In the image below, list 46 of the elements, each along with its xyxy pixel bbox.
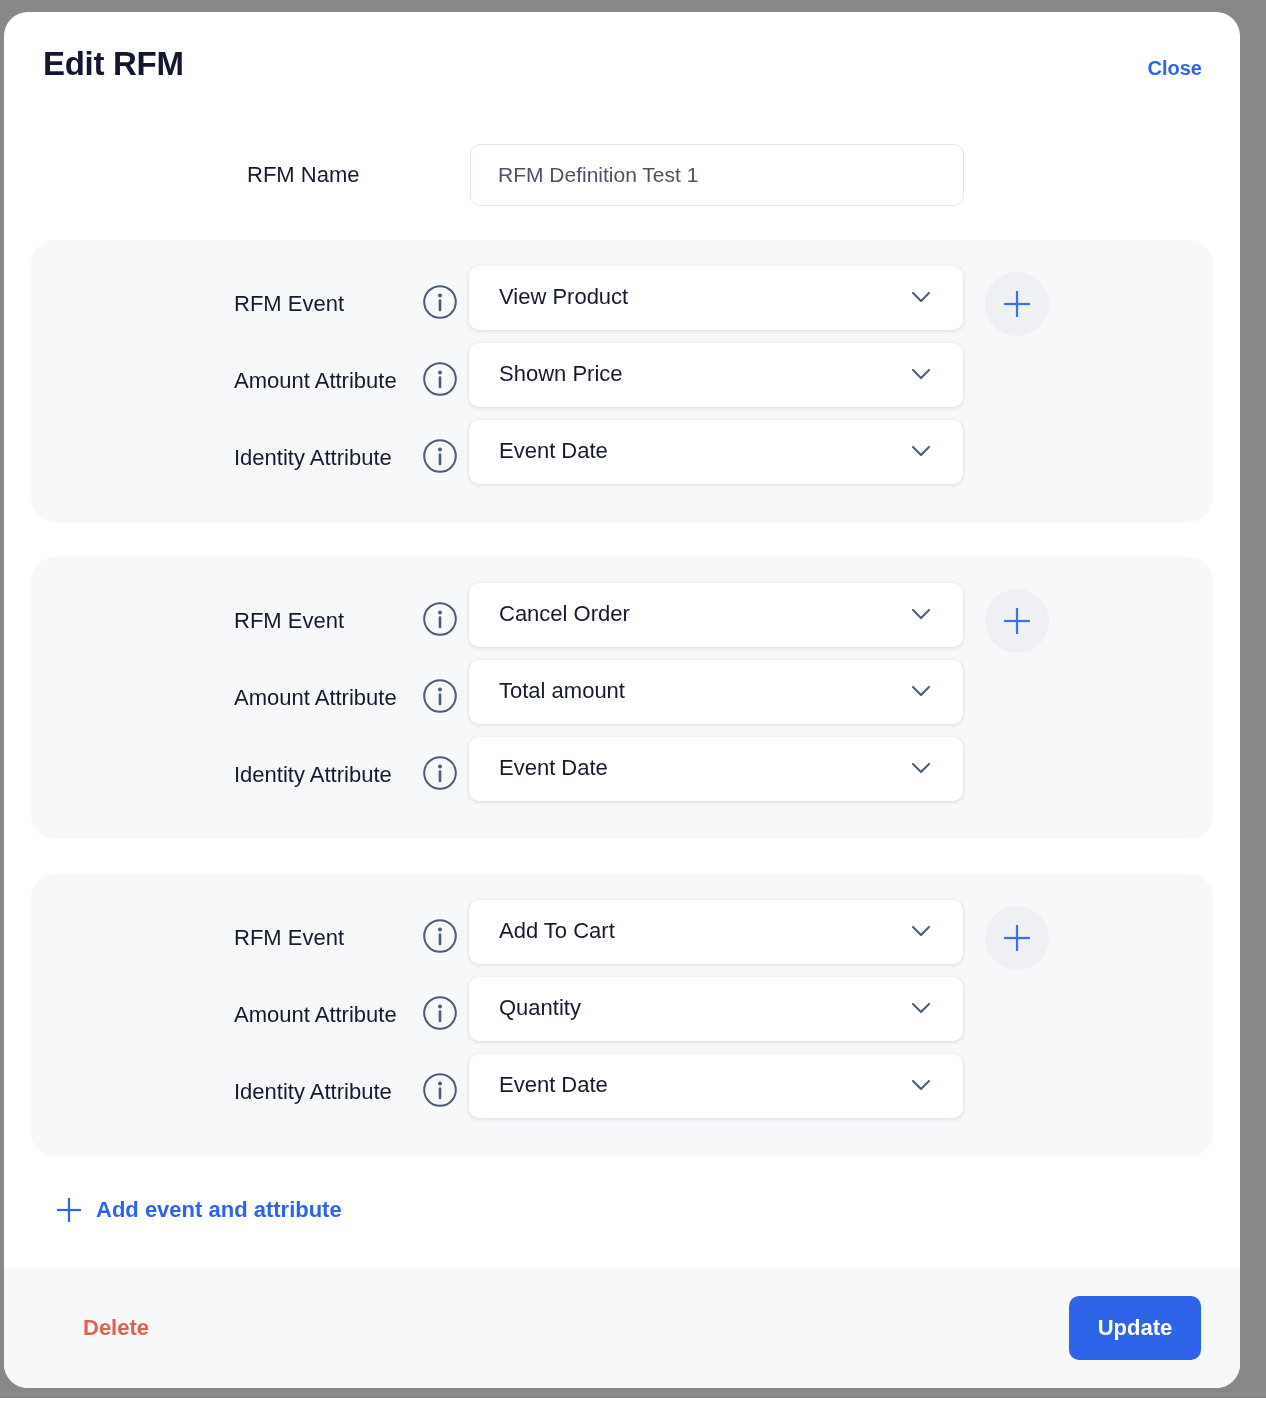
dropdown-select[interactable]: Event Date [469,737,963,801]
info-icon[interactable] [423,919,457,953]
dropdown-select[interactable]: Shown Price [469,343,963,407]
chevron-down-icon [912,1080,930,1090]
field-label: Amount Attribute [234,368,398,394]
chevron-down-icon [912,686,930,696]
dropdown-select[interactable]: Cancel Order [469,583,963,647]
field-label: RFM Event [234,291,346,317]
dropdown-select[interactable]: View Product [469,266,963,330]
dropdown-select[interactable]: Event Date [469,1054,963,1118]
field-label: Identity Attribute [234,762,393,788]
info-icon[interactable] [423,1073,457,1107]
dialog-title: Edit RFM [43,44,184,84]
field-label: Amount Attribute [234,685,398,711]
plus-icon [1004,608,1030,634]
info-icon[interactable] [423,602,457,636]
chevron-down-icon [912,369,930,379]
plus-icon [57,1198,81,1222]
field-label: RFM Event [234,608,346,634]
dropdown-select[interactable]: Add To Cart [469,900,963,964]
chevron-down-icon [912,763,930,773]
chevron-down-icon [912,292,930,302]
dropdown-select[interactable]: Quantity [469,977,963,1041]
info-icon[interactable] [423,996,457,1030]
chevron-down-icon [912,446,930,456]
add-event-link[interactable]: Add event and attribute [57,1195,342,1225]
field-label: RFM Event [234,925,346,951]
info-icon[interactable] [423,756,457,790]
field-label: Identity Attribute [234,1079,393,1105]
info-icon[interactable] [423,439,457,473]
plus-icon [1004,925,1030,951]
close-link[interactable]: Close [1147,55,1202,81]
name-input[interactable]: RFM Definition Test 1 [470,144,964,206]
field-label: RFM Name [247,162,361,188]
field-label: Identity Attribute [234,445,393,471]
plus-icon [1004,291,1030,317]
dropdown-select[interactable]: Total amount [469,660,963,724]
update-button[interactable]: Update [1069,1296,1201,1360]
chevron-down-icon [912,926,930,936]
field-label: Amount Attribute [234,1002,398,1028]
chevron-down-icon [912,1003,930,1013]
info-icon[interactable] [423,362,457,396]
chevron-down-icon [912,609,930,619]
info-icon[interactable] [423,679,457,713]
info-icon[interactable] [423,285,457,319]
dropdown-select[interactable]: Event Date [469,420,963,484]
